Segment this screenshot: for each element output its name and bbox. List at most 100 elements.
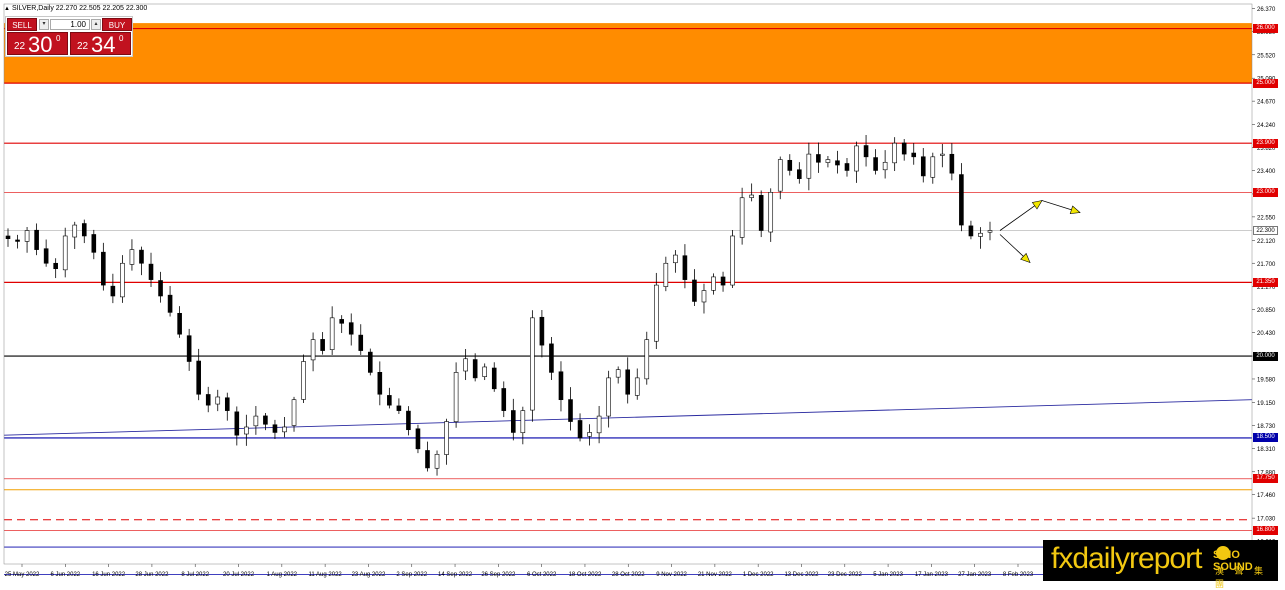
x-tick-label: 14 Sep 2022 (438, 572, 473, 578)
candles (5, 135, 993, 476)
one-click-trade-panel: SELL ▾ 1.00 ▴ BUY 22 30 0 22 34 0 (5, 16, 133, 57)
buy-price-sup: 0 (119, 34, 124, 43)
chart-header: ▲ SILVER,Daily 22.270 22.505 22.205 22.30… (4, 5, 147, 12)
lot-size-input[interactable]: 1.00 (50, 19, 90, 30)
y-tick-label: 21.700 (1257, 262, 1276, 268)
sell-price[interactable]: 22 30 0 (7, 32, 68, 57)
level-tag: 17.750 (1253, 474, 1278, 484)
candle-body (453, 372, 459, 423)
x-tick-label: 21 Nov 2022 (698, 572, 733, 578)
candle-body (43, 248, 49, 264)
level-tag: 25.000 (1253, 78, 1278, 88)
price-axis: 26.37025.95025.52025.09024.67024.24023.8… (3, 3, 1276, 565)
candle-body (663, 262, 669, 287)
candle-body (835, 160, 840, 166)
candle-body (682, 255, 688, 280)
x-tick-label: 23 Dec 2022 (828, 572, 863, 578)
sell-button[interactable]: SELL (7, 18, 37, 31)
trendline (3, 399, 1253, 436)
candle-body (625, 369, 631, 395)
buy-price-main: 34 (91, 32, 116, 57)
candle-body (339, 319, 344, 324)
candle-body (62, 235, 68, 271)
candle-body (787, 159, 793, 171)
candle-body (129, 249, 135, 265)
candle-body (148, 263, 154, 280)
candle-body (215, 396, 221, 405)
buy-button[interactable]: BUY (102, 18, 132, 31)
lot-increase-icon[interactable]: ▴ (91, 19, 101, 30)
x-tick-label: 17 Jan 2023 (915, 572, 949, 578)
candle-body (730, 235, 735, 286)
x-tick-label: 16 Jun 2022 (92, 572, 126, 578)
x-tick-label: 27 Jan 2023 (958, 572, 992, 578)
collapse-triangle-icon[interactable]: ▲ (4, 6, 10, 12)
candle-body (711, 276, 716, 291)
arrow-up (999, 200, 1081, 231)
candle-body (940, 153, 945, 156)
candle-body (987, 230, 993, 233)
candle-body (739, 197, 745, 238)
brand-text: fxdailyreport (1051, 542, 1202, 575)
price-chart[interactable]: 26.37025.95025.52025.09024.67024.24023.8… (0, 0, 1285, 586)
level-tag: 23.900 (1253, 138, 1278, 148)
candle-body (854, 145, 859, 172)
y-tick-label: 18.310 (1257, 447, 1276, 453)
x-tick-label: 2 Sep 2022 (396, 572, 427, 578)
candle-body (301, 361, 306, 400)
candle-body (892, 142, 897, 164)
y-tick-label: 22.120 (1257, 239, 1276, 245)
buy-price-prefix: 22 (77, 41, 89, 52)
candle-body (24, 230, 30, 242)
candle-body (244, 426, 249, 435)
buy-price[interactable]: 22 34 0 (70, 32, 131, 57)
resistance-zone (4, 23, 1252, 84)
x-tick-label: 18 Oct 2022 (569, 572, 602, 578)
candle-body (282, 426, 287, 433)
candle-body (844, 163, 850, 171)
lot-decrease-icon[interactable]: ▾ (39, 19, 49, 30)
candle-body (387, 395, 392, 406)
x-tick-label: 8 Jul 2022 (181, 572, 209, 578)
level-tag: 23.000 (1253, 187, 1278, 197)
candle-body (158, 280, 163, 297)
y-tick-label: 22.550 (1257, 215, 1276, 221)
symbol-line: SILVER,Daily 22.270 22.505 22.205 22.300 (11, 5, 148, 12)
candle-body (949, 153, 955, 174)
candle-body (415, 428, 421, 450)
candle-body (920, 156, 926, 177)
candle-body (34, 229, 39, 250)
logo-subtext: 漢 聲 集 團 (1215, 566, 1268, 589)
x-tick-label: 1 Aug 2022 (267, 572, 298, 578)
x-tick-label: 1 Dec 2022 (743, 572, 774, 578)
time-axis: 25 May 2022 6 Jun 2022 16 Jun 2022 28 Jun 2… (5, 564, 1034, 578)
plot-border (3, 3, 1253, 565)
brand-banner: fxdailyreport SINO SOUND 漢 聲 集 團 (1043, 540, 1278, 589)
candle-body (634, 377, 640, 396)
candle-body (797, 169, 802, 179)
candle-body (825, 159, 831, 163)
x-tick-label: 13 Dec 2022 (784, 572, 819, 578)
candle-body (53, 262, 58, 270)
sell-price-main: 30 (28, 32, 53, 57)
candle-body (615, 369, 621, 378)
candle-body (263, 415, 268, 425)
x-tick-label: 8 Feb 2023 (1003, 572, 1034, 578)
candle-body (816, 154, 821, 163)
candle-body (587, 432, 592, 437)
candle-body (329, 317, 335, 350)
level-tag: 21.350 (1253, 277, 1278, 287)
candle-body (177, 312, 182, 335)
y-tick-label: 25.520 (1257, 53, 1276, 59)
y-tick-label: 23.400 (1257, 169, 1276, 175)
x-tick-label: 26 Sep 2022 (481, 572, 516, 578)
candle-body (463, 358, 468, 372)
candle-body (196, 360, 201, 395)
candle-body (167, 294, 173, 313)
candle-body (511, 410, 516, 433)
candle-body (644, 339, 650, 380)
candle-body (701, 290, 707, 303)
candle-body (882, 161, 888, 171)
level-tag: 26.000 (1253, 24, 1278, 34)
candle-body (91, 234, 97, 253)
